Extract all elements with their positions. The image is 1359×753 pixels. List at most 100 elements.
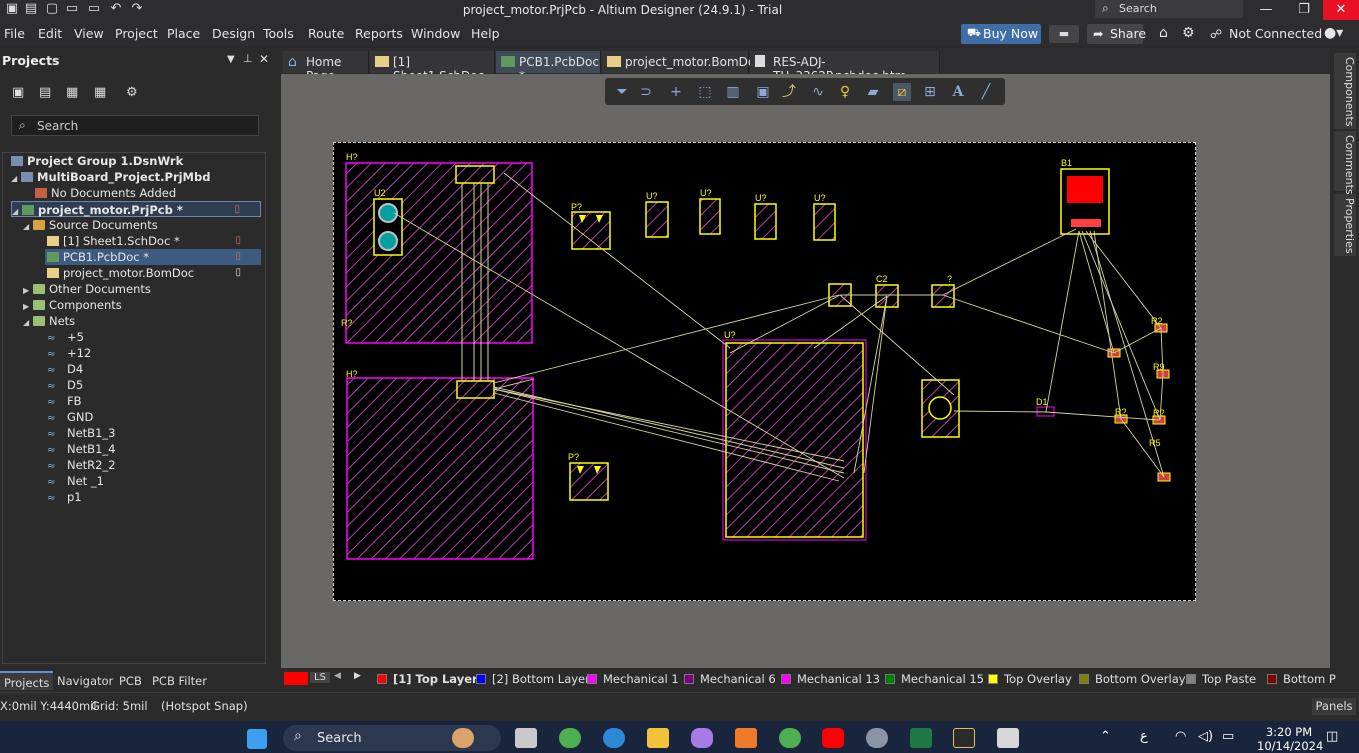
minimize-button[interactable]: — <box>1247 0 1285 20</box>
tree-item-sheet1[interactable]: [1] Sheet1.SchDoc * ▯ <box>47 233 261 249</box>
menu-view[interactable]: View <box>74 26 104 41</box>
layer-tab-bottom-overlay[interactable]: Bottom Overlay <box>1079 672 1186 686</box>
menu-place[interactable]: Place <box>167 26 200 41</box>
share-button[interactable]: ➦ Share <box>1087 24 1146 44</box>
menu-edit[interactable]: Edit <box>38 26 62 41</box>
tree-item-multiboard[interactable]: ◢ MultiBoard_Project.PrjMbd <box>11 169 210 185</box>
menu-window[interactable]: Window <box>411 26 460 41</box>
youtube-icon[interactable] <box>822 728 844 748</box>
restore-button[interactable]: ❐ <box>1285 0 1323 20</box>
settings-icon[interactable] <box>866 728 888 748</box>
wifi-icon[interactable]: ◠ <box>1175 729 1186 744</box>
tab-projects[interactable]: Projects <box>0 671 54 690</box>
dimension-icon[interactable]: ⊞ <box>921 83 939 101</box>
home-icon[interactable]: ⌂ <box>1159 25 1168 41</box>
panel-menu-icon[interactable]: ▼ <box>227 54 235 65</box>
tree-item-net[interactable]: ≈ NetB1_3 <box>47 425 115 441</box>
project-compile-icon[interactable]: ▦ <box>94 85 106 100</box>
tab-pcb[interactable]: PCB <box>115 671 146 690</box>
tray-chevron-icon[interactable]: ⌃ <box>1100 729 1111 744</box>
menu-tools[interactable]: Tools <box>263 26 294 41</box>
tab-res-adj-htm[interactable]: RES-ADJ-TH_3362P.pcbdoc.htm <box>750 51 940 83</box>
tree-item-net[interactable]: ≈ GND <box>47 409 93 425</box>
scroll-right-icon[interactable]: ▶ <box>354 671 361 681</box>
diff-pair-icon[interactable]: ∿ <box>809 83 827 101</box>
buy-now-button[interactable]: ⛟ Buy Now <box>961 24 1041 44</box>
tree-item-net[interactable]: ≈ NetB1_4 <box>47 441 115 457</box>
project-search-input[interactable]: ⌕ Search <box>11 115 259 136</box>
tree-item-components[interactable]: ▶ Components <box>23 297 122 313</box>
tree-item-no-documents[interactable]: No Documents Added <box>35 185 176 201</box>
line-icon[interactable]: ╱ <box>977 83 995 101</box>
tree-item-bomdoc[interactable]: project_motor.BomDoc ▯ <box>47 265 261 281</box>
collapse-icon[interactable]: ◢ <box>23 219 33 235</box>
scroll-left-icon[interactable]: ◀ <box>334 671 341 681</box>
tab-home-page[interactable]: ⌂Home Page <box>283 51 369 83</box>
tree-item-project-motor[interactable]: ◢ project_motor.PrjPcb * ▯ <box>11 201 261 217</box>
layer-tab-mechanical-15[interactable]: Mechanical 15 <box>885 672 984 686</box>
menu-route[interactable]: Route <box>308 26 344 41</box>
collapse-icon[interactable]: ◢ <box>11 171 21 187</box>
current-layer-swatch[interactable] <box>284 672 308 685</box>
excel-icon[interactable] <box>910 728 932 748</box>
via-icon[interactable]: ♀ <box>836 83 854 101</box>
route-icon[interactable]: ⤴ <box>780 83 798 101</box>
connection-status[interactable]: Not Connected <box>1229 26 1322 41</box>
save-all-projects-icon[interactable]: ▤ <box>39 85 51 100</box>
tab-bomdoc[interactable]: project_motor.BomDoc <box>602 51 762 73</box>
menu-reports[interactable]: Reports <box>355 26 403 41</box>
copilot-icon[interactable] <box>691 728 713 748</box>
tree-item-net[interactable]: ≈ FB <box>47 393 82 409</box>
tree-item-net[interactable]: ≈ +12 <box>47 345 91 361</box>
polygon-icon[interactable]: ▰ <box>864 83 882 101</box>
tree-item-net[interactable]: ≈ +5 <box>47 329 84 345</box>
menu-project[interactable]: Project <box>115 26 158 41</box>
windows-start-icon[interactable] <box>247 729 267 749</box>
panel-close-icon[interactable]: ✕ <box>259 52 269 66</box>
tree-item-net[interactable]: ≈ D4 <box>47 361 83 377</box>
global-search[interactable]: ⌕ Search <box>1095 0 1243 18</box>
volume-icon[interactable]: ◁) <box>1198 729 1213 744</box>
layer-set-label[interactable]: LS <box>310 672 330 683</box>
tree-item-net[interactable]: ≈ D5 <box>47 377 83 393</box>
component-icon[interactable]: ▣ <box>754 83 772 101</box>
comment-button[interactable]: ▬ <box>1049 25 1079 43</box>
chrome-profile-icon[interactable] <box>779 728 801 748</box>
layer-tab-top-layer[interactable]: [1] Top Layer <box>377 672 478 686</box>
layer-tab-mechanical-13[interactable]: Mechanical 13 <box>781 672 880 686</box>
pcb-workspace[interactable]: ⏷ ⊃ + ⬚ ▥ ▣ ⤴ ∿ ♀ ▰ ⧄ ⊞ A ╱ H? U2 P? U? … <box>281 74 1330 668</box>
menu-help[interactable]: Help <box>471 26 500 41</box>
widget-icon[interactable] <box>452 728 474 748</box>
user-icon[interactable]: ●▾ <box>1324 25 1343 41</box>
panel-settings-icon[interactable]: ⚙ <box>126 85 138 100</box>
battery-icon[interactable]: ▭ <box>1222 729 1234 744</box>
file-explorer-icon[interactable] <box>647 728 669 748</box>
filter-icon[interactable]: ⏷ <box>613 83 631 101</box>
close-button[interactable]: ✕ <box>1323 0 1359 20</box>
taskbar-clock[interactable]: 3:20 PM 10/14/2024 <box>1257 725 1323 753</box>
tree-item-project-group[interactable]: Project Group 1.DsnWrk <box>11 153 183 169</box>
layer-tab-bottom-paste[interactable]: Bottom P <box>1267 672 1336 686</box>
notification-icon[interactable]: ◫ <box>1326 729 1338 744</box>
highlight-net-icon[interactable]: ⊃ <box>637 83 655 101</box>
layer-tab-mechanical-6[interactable]: Mechanical 6 <box>684 672 776 686</box>
input-language[interactable]: ع <box>1140 729 1148 744</box>
keepout-icon[interactable]: ⧄ <box>893 83 911 101</box>
tree-item-net[interactable]: ≈ Net _1 <box>47 473 104 489</box>
tab-pcb1[interactable]: PCB1.PcbDoc * <box>496 51 601 83</box>
altium-icon[interactable] <box>953 728 975 748</box>
menu-file[interactable]: File <box>4 26 25 41</box>
tab-navigator[interactable]: Navigator <box>53 671 117 690</box>
align-icon[interactable]: ▥ <box>724 83 742 101</box>
project-options-icon[interactable]: ▦ <box>66 85 78 100</box>
text-icon[interactable]: A <box>949 83 967 101</box>
layer-tab-top-paste[interactable]: Top Paste <box>1186 672 1256 686</box>
tree-item-net[interactable]: ≈ p1 <box>47 489 82 505</box>
tree-item-source-documents[interactable]: ◢ Source Documents <box>23 217 158 233</box>
collapse-icon[interactable]: ◢ <box>12 204 22 220</box>
tree-item-other-documents[interactable]: ▶ Other Documents <box>23 281 151 297</box>
gear-icon[interactable]: ⚙ <box>1182 25 1195 41</box>
save-project-icon[interactable]: ▣ <box>12 85 24 100</box>
layer-tab-bottom-layer[interactable]: [2] Bottom Layer <box>476 672 590 686</box>
app-window-icon[interactable] <box>997 728 1019 748</box>
